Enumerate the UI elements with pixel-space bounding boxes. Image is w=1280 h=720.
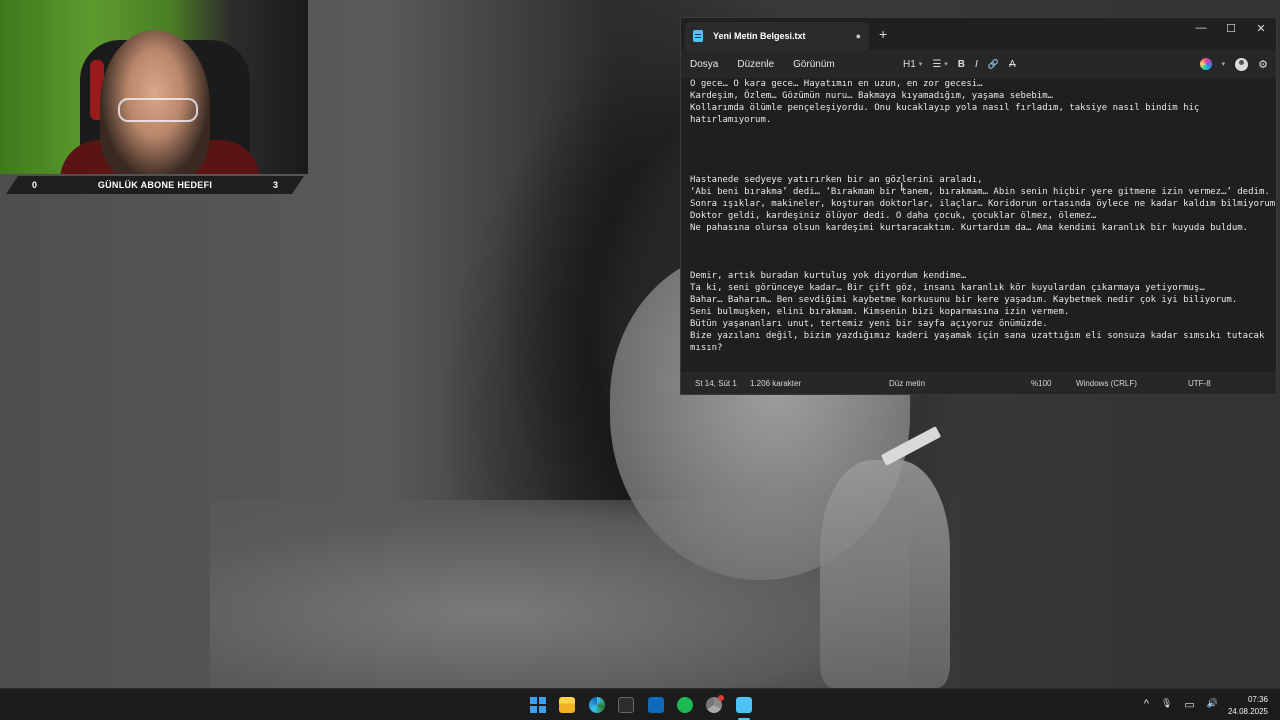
text-line: Seni bulmuşken, elini bırakmam. Kimsenin… bbox=[690, 307, 1070, 317]
unsaved-dot-icon[interactable]: ● bbox=[856, 31, 861, 41]
text-line: Kardeşim, Özlem… Gözümün nuru… Bakmaya k… bbox=[690, 91, 1054, 101]
text-line: Doktor geldi, kardeşiniz ölüyor dedi. O … bbox=[690, 211, 1097, 221]
chrome-icon[interactable] bbox=[706, 695, 724, 713]
text-line: Sonra ışıklar, makineler, koşturan dokto… bbox=[690, 199, 1276, 209]
document-tab[interactable]: Yeni Metin Belgesi.txt ● bbox=[685, 22, 869, 50]
toolbar-right: ▾ ⚙ bbox=[1199, 50, 1268, 78]
text-line: O gece… O kara gece… Hayatımın en uzun, … bbox=[690, 79, 983, 89]
text-cursor-icon: I bbox=[900, 180, 904, 194]
wallpaper-hand bbox=[820, 460, 950, 688]
text-line: ‘Abi beni bırakma’ dedi… ‘Bırakmam bir t… bbox=[690, 187, 1270, 197]
heading-dropdown[interactable]: H1 ▾ bbox=[903, 59, 922, 70]
text-line: Ne pahasına olursa olsun kardeşimi kurta… bbox=[690, 223, 1249, 233]
text-line: Kollarımda ölümle pençeleşiyordu. Onu ku… bbox=[690, 103, 1200, 113]
text-line: Hastanede sedyeye yatırırken bir an gözl… bbox=[690, 175, 983, 185]
title-bar[interactable]: Yeni Metin Belgesi.txt ● + — ☐ ✕ bbox=[681, 18, 1276, 50]
status-bar: St 14, Süt 1 1.206 karakter Düz metin %1… bbox=[681, 372, 1276, 394]
chevron-down-icon: ▾ bbox=[944, 61, 948, 68]
text-line bbox=[690, 162, 1270, 174]
settings-gear-icon[interactable]: ⚙ bbox=[1258, 58, 1268, 71]
goal-current: 0 bbox=[32, 180, 38, 190]
notepad-taskbar-icon[interactable] bbox=[736, 697, 752, 713]
text-format: Düz metin bbox=[889, 379, 926, 388]
cursor-position: St 14, Süt 1 bbox=[695, 379, 737, 388]
text-line: Bize yazılanı değil, bizim yazdığımız ka… bbox=[690, 331, 1265, 341]
text-line bbox=[690, 150, 1270, 162]
subscriber-goal-bar: 0 GÜNLÜK ABONE HEDEFI 3 bbox=[6, 176, 304, 194]
encoding[interactable]: UTF-8 bbox=[1188, 379, 1211, 388]
clock-date: 24.08.2025 bbox=[1227, 707, 1268, 716]
text-line: Bahar… Baharım… Ben sevdiğimi kaybetme k… bbox=[690, 295, 1238, 305]
menu-view[interactable]: Görünüm bbox=[793, 59, 835, 70]
clock-time: 07:36 bbox=[1247, 695, 1268, 704]
chevron-down-icon[interactable]: ▾ bbox=[1222, 60, 1226, 68]
goal-title: GÜNLÜK ABONE HEDEFI bbox=[97, 180, 213, 190]
chevron-up-icon[interactable]: ^ bbox=[1144, 698, 1149, 711]
format-toolbar: H1 ▾ ☰ ▾ B I 🔗 A bbox=[903, 50, 1016, 78]
text-line: Ta ki, seni görünceye kadar… Bir çift gö… bbox=[690, 283, 1205, 293]
text-line bbox=[690, 126, 1270, 138]
display-icon[interactable]: ▭ bbox=[1184, 698, 1194, 711]
taskbar: ^ 🎙 ▭ 🔊 07:36 24.08.2025 bbox=[0, 688, 1280, 720]
file-explorer-icon[interactable] bbox=[559, 697, 575, 713]
text-line: mısın? bbox=[690, 343, 723, 353]
text-line bbox=[690, 138, 1270, 150]
menu-file[interactable]: Dosya bbox=[690, 59, 718, 70]
webcam-glasses bbox=[118, 98, 198, 122]
edge-browser-icon[interactable] bbox=[589, 697, 605, 713]
text-line bbox=[690, 246, 1270, 258]
character-count: 1.206 karakter bbox=[750, 379, 802, 388]
line-ending[interactable]: Windows (CRLF) bbox=[1076, 379, 1137, 388]
spotify-icon[interactable] bbox=[677, 697, 693, 713]
text-line: hatırlamıyorum. bbox=[690, 115, 772, 125]
maximize-button[interactable]: ☐ bbox=[1216, 19, 1246, 37]
tab-title: Yeni Metin Belgesi.txt bbox=[713, 31, 806, 41]
link-button[interactable]: 🔗 bbox=[988, 59, 999, 70]
text-line bbox=[690, 234, 1270, 246]
copilot-icon[interactable] bbox=[1199, 58, 1212, 70]
spellcheck-button[interactable]: A bbox=[1009, 59, 1016, 70]
close-button[interactable]: ✕ bbox=[1246, 19, 1276, 37]
clock[interactable]: 07:36 24.08.2025 bbox=[1228, 694, 1268, 718]
text-line: Bütün yaşananları unut, tertemiz yeni bi… bbox=[690, 319, 1048, 329]
heading-label: H1 bbox=[903, 58, 916, 70]
minimize-button[interactable]: — bbox=[1186, 19, 1216, 37]
menu-edit[interactable]: Düzenle bbox=[737, 59, 774, 70]
volume-icon[interactable]: 🔊 bbox=[1207, 698, 1218, 711]
text-line: Demir, artık buradan kurtuluş yok diyord… bbox=[690, 271, 967, 281]
system-tray: ^ 🎙 ▭ 🔊 bbox=[1144, 698, 1218, 711]
microphone-icon[interactable]: 🎙 bbox=[1161, 698, 1172, 711]
new-tab-button[interactable]: + bbox=[879, 26, 887, 42]
notepad-window: Yeni Metin Belgesi.txt ● + — ☐ ✕ Dosya D… bbox=[680, 17, 1277, 395]
start-windows-icon[interactable] bbox=[530, 697, 546, 713]
outlook-icon[interactable] bbox=[648, 697, 664, 713]
store-icon[interactable] bbox=[618, 697, 634, 713]
list-icon: ☰ bbox=[932, 58, 942, 70]
account-avatar[interactable] bbox=[1235, 57, 1249, 71]
text-editor[interactable]: O gece… O kara gece… Hayatımın en uzun, … bbox=[681, 78, 1276, 374]
webcam-overlay bbox=[0, 0, 308, 174]
bold-button[interactable]: B bbox=[958, 59, 965, 70]
chevron-down-icon: ▾ bbox=[918, 61, 923, 68]
italic-button[interactable]: I bbox=[975, 59, 978, 70]
zoom-level[interactable]: %100 bbox=[1031, 379, 1051, 388]
list-dropdown[interactable]: ☰ ▾ bbox=[932, 59, 947, 70]
goal-target: 3 bbox=[272, 180, 278, 190]
window-controls: — ☐ ✕ bbox=[1186, 18, 1276, 50]
text-line bbox=[690, 258, 1270, 270]
notepad-icon bbox=[693, 30, 703, 42]
